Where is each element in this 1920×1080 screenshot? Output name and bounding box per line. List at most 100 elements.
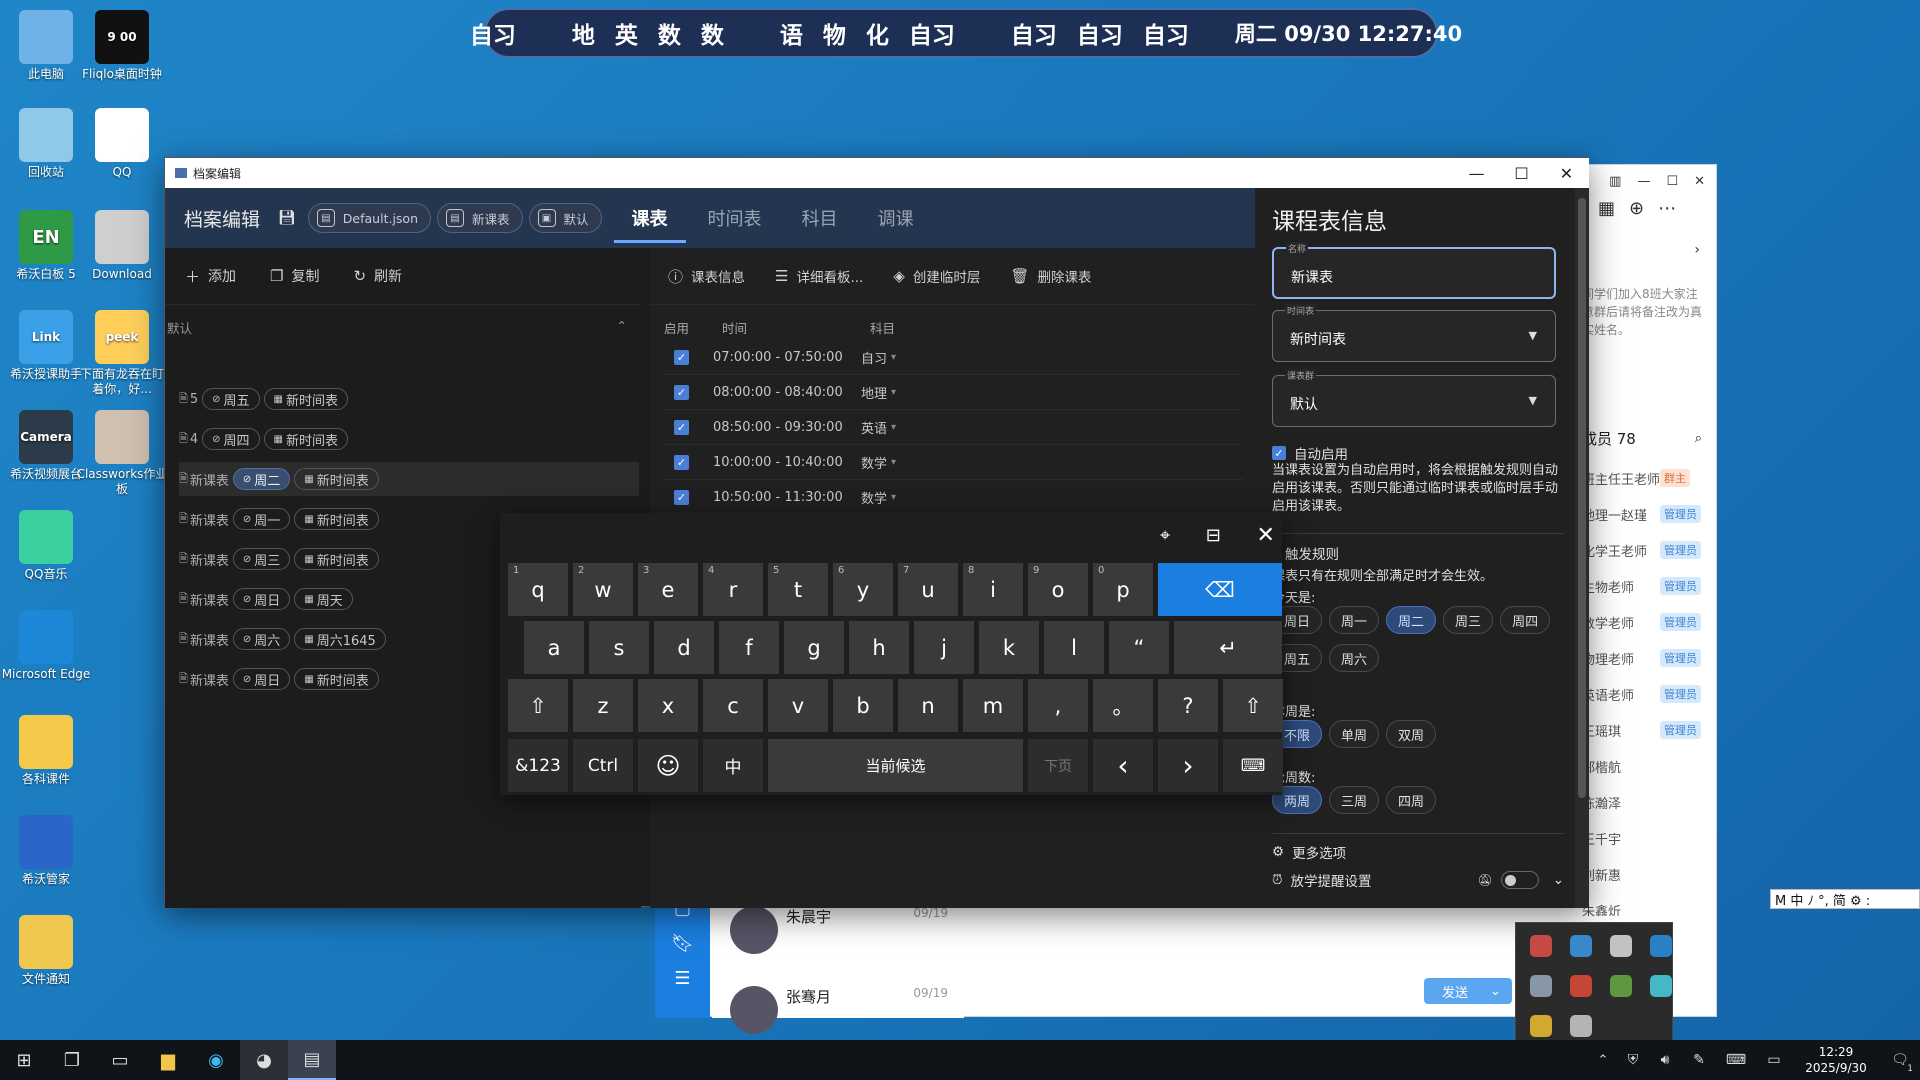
- member-row[interactable]: 生物老师 管理员: [1582, 574, 1707, 598]
- ime-toolbar[interactable]: M 中 ﾉ °, 简 ⚙ :: [1770, 889, 1920, 909]
- key-7[interactable]: k: [979, 621, 1039, 674]
- shift-left-key[interactable]: ⇧: [508, 679, 568, 732]
- class-row[interactable]: ✓ 08:00:00 - 08:40:00 地理 ▾: [664, 375, 1244, 410]
- layers-button[interactable]: ◈ 创建临时层: [893, 266, 980, 286]
- key-r3-8[interactable]: 。: [1093, 679, 1153, 732]
- key-8[interactable]: l: [1044, 621, 1104, 674]
- desktop-icon-clock[interactable]: 9 00 Fliqlo桌面时钟: [76, 10, 168, 82]
- key-r3-9[interactable]: ?: [1158, 679, 1218, 732]
- member-row[interactable]: 地理一赵瑾 管理员: [1582, 502, 1707, 526]
- maximize-button[interactable]: ☐: [1499, 164, 1544, 183]
- security-tray-icon[interactable]: [1610, 975, 1632, 997]
- language-key[interactable]: 中: [703, 739, 763, 792]
- key-r3-2[interactable]: c: [703, 679, 763, 732]
- task-view-icon[interactable]: ❐: [48, 1040, 96, 1080]
- sync-tray-icon[interactable]: [1650, 975, 1672, 997]
- desktop-icon-warning-folder[interactable]: 文件通知: [0, 915, 92, 987]
- key-e[interactable]: 3e: [638, 563, 698, 616]
- key-r3-0[interactable]: z: [573, 679, 633, 732]
- enabled-checkbox[interactable]: ✓: [674, 384, 689, 400]
- show-hidden-icons-chevron-icon[interactable]: ⌃: [1588, 1040, 1618, 1080]
- key-p[interactable]: 0p: [1093, 563, 1153, 616]
- key-r[interactable]: 4r: [703, 563, 763, 616]
- network-tray-icon[interactable]: [1530, 975, 1552, 997]
- seewo-tray-icon[interactable]: [1570, 935, 1592, 957]
- apps-grid-icon[interactable]: ▦: [1598, 198, 1615, 219]
- schedule-list-item[interactable]: 🗎︎ 5 ⊘ 周五 ▦ 新时间表: [179, 382, 639, 416]
- enabled-checkbox[interactable]: ✓: [674, 489, 689, 505]
- more-icon[interactable]: ⋯: [1658, 198, 1676, 219]
- key-r3-7[interactable]: ,: [1028, 679, 1088, 732]
- member-row[interactable]: 王千宇: [1582, 826, 1707, 850]
- tab-3[interactable]: 调课: [878, 193, 914, 243]
- enabled-checkbox[interactable]: ✓: [674, 419, 689, 435]
- close-button[interactable]: ✕: [1544, 164, 1589, 183]
- move-keyboard-icon[interactable]: ⌖: [1160, 525, 1170, 546]
- option-pill[interactable]: 周一: [1329, 606, 1380, 634]
- audio-tray-icon[interactable]: [1570, 975, 1592, 997]
- key-5[interactable]: h: [849, 621, 909, 674]
- member-row[interactable]: 郑楷航: [1582, 754, 1707, 778]
- backspace-key[interactable]: ⌫: [1158, 563, 1282, 616]
- desktop-icon-classworks[interactable]: Classworks作业板: [76, 410, 168, 497]
- key-r3-6[interactable]: m: [963, 679, 1023, 732]
- auto-enable-checkbox[interactable]: ✓ 自动启用: [1272, 443, 1348, 463]
- option-pill[interactable]: 三周: [1329, 786, 1380, 814]
- key-w[interactable]: 2w: [573, 563, 633, 616]
- option-pill[interactable]: 四周: [1386, 786, 1437, 814]
- classisland-icon[interactable]: ▤: [288, 1040, 336, 1080]
- option-pill[interactable]: 周二: [1386, 606, 1437, 634]
- security-icon[interactable]: ⛨: [1618, 1040, 1648, 1080]
- class-row[interactable]: ✓ 10:00:00 - 10:40:00 数学 ▾: [664, 445, 1244, 480]
- desktop-icon-shield[interactable]: 希沃管家: [0, 815, 92, 887]
- desktop-icon-qq-penguin[interactable]: QQ: [76, 108, 168, 180]
- member-row[interactable]: 朱鑫炘: [1582, 898, 1707, 917]
- group-select[interactable]: 课表群 默认 ▼: [1272, 369, 1556, 427]
- reminder-setting[interactable]: ⏰︎ 放学提醒设置 🔕︎ ⌄: [1272, 870, 1564, 890]
- key-r3-4[interactable]: b: [833, 679, 893, 732]
- desktop-icon-qq-music[interactable]: QQ音乐: [0, 510, 92, 582]
- arrow-right-key[interactable]: ›: [1158, 739, 1218, 792]
- class-row[interactable]: ✓ 07:00:00 - 07:50:00 自习 ▾: [664, 340, 1244, 375]
- volume-icon[interactable]: 🔊︎: [1648, 1040, 1682, 1080]
- app-tray-icon[interactable]: [1610, 935, 1632, 957]
- key-6[interactable]: j: [914, 621, 974, 674]
- reminder-toggle[interactable]: [1500, 871, 1539, 889]
- enter-key[interactable]: ↵: [1174, 621, 1282, 674]
- option-pill[interactable]: 周三: [1443, 606, 1494, 634]
- music-tray-icon[interactable]: [1530, 1015, 1552, 1037]
- key-r3-1[interactable]: x: [638, 679, 698, 732]
- key-4[interactable]: g: [784, 621, 844, 674]
- plus-button[interactable]: ＋ 添加: [185, 266, 236, 287]
- close-icon[interactable]: ✕: [1694, 174, 1705, 189]
- symbols-key[interactable]: &123: [508, 739, 568, 792]
- option-pill[interactable]: 单周: [1329, 720, 1380, 748]
- scrollbar[interactable]: [1575, 188, 1589, 908]
- member-row[interactable]: 物理老师 管理员: [1582, 646, 1707, 670]
- desktop-icon-dragon-peek[interactable]: peek 下面有龙吞在盯着你，好...: [76, 310, 168, 397]
- member-row[interactable]: 数学老师 管理员: [1582, 610, 1707, 634]
- member-row[interactable]: 刘新惠: [1582, 862, 1707, 886]
- chip-profile[interactable]: ▤ Default.json: [307, 203, 431, 233]
- trash-button[interactable]: 🗑︎ 删除课表: [1010, 266, 1091, 286]
- notification-icon[interactable]: 🗨︎ 1: [1880, 1040, 1920, 1080]
- tab-2[interactable]: 科目: [802, 193, 838, 243]
- key-q[interactable]: 1q: [508, 563, 568, 616]
- desktop-icon-folder-image[interactable]: Download: [76, 210, 168, 282]
- option-pill[interactable]: 周四: [1500, 606, 1551, 634]
- display-icon[interactable]: ▭: [1756, 1040, 1792, 1080]
- list-button[interactable]: ☰ 详细看板...: [775, 266, 863, 286]
- desktop-icon-folder[interactable]: 各科课件: [0, 715, 92, 787]
- close-keyboard-icon[interactable]: ✕: [1257, 523, 1275, 548]
- timetable-select[interactable]: 时间表 新时间表 ▼: [1272, 304, 1556, 362]
- tab-0[interactable]: 课表: [613, 193, 686, 243]
- key-o[interactable]: 9o: [1028, 563, 1088, 616]
- schedule-list-item[interactable]: 🗎︎ 新课表 ⊘ 周二 ▦ 新时间表: [179, 462, 639, 496]
- chat-notice-header[interactable]: ›: [1590, 242, 1700, 262]
- key-y[interactable]: 6y: [833, 563, 893, 616]
- desktop-icon-edge[interactable]: Microsoft Edge: [0, 610, 92, 682]
- enabled-checkbox[interactable]: ✓: [674, 454, 689, 470]
- keyboard-icon[interactable]: ⌨: [1716, 1040, 1756, 1080]
- bookmark-icon[interactable]: 🔖︎: [655, 933, 710, 954]
- key-t[interactable]: 5t: [768, 563, 828, 616]
